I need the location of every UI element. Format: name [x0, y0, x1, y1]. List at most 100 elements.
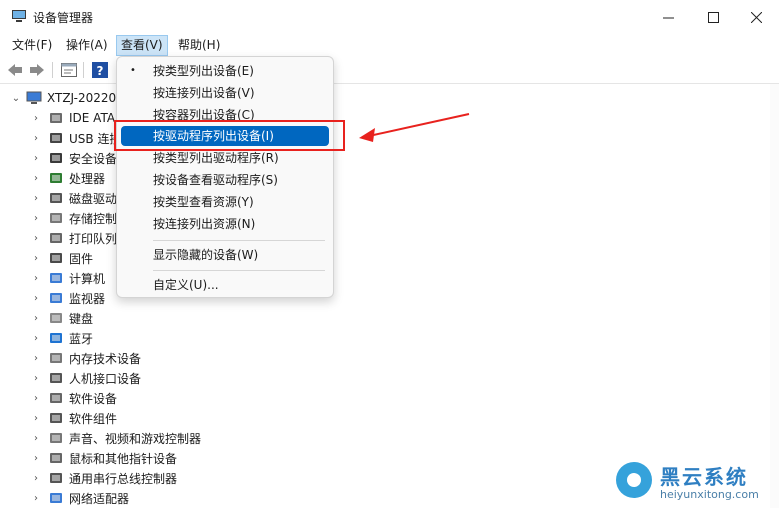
hid-icon [48, 371, 64, 385]
tree-node[interactable]: › 存储控制 [30, 208, 117, 228]
chevron-right-icon[interactable]: › [30, 193, 42, 204]
vertical-scrollbar[interactable] [770, 84, 779, 508]
tree-node[interactable]: › 监视器 [30, 288, 105, 308]
menu-file[interactable]: 文件(F) [8, 36, 56, 55]
chevron-right-icon[interactable]: › [30, 373, 42, 384]
menu-item-label: 按类型列出设备(E) [153, 64, 254, 78]
menu-separator [153, 240, 325, 241]
tree-node-label: 处理器 [69, 171, 106, 186]
keyboard-icon [48, 311, 64, 325]
monitor-icon [48, 291, 64, 305]
menu-item-by-connection[interactable]: 按连接列出设备(V) [121, 83, 329, 103]
storage-controller-icon [48, 211, 64, 225]
tree-node[interactable]: › 人机接口设备 [30, 368, 141, 388]
forward-button[interactable] [28, 61, 46, 79]
computer-icon [48, 271, 64, 285]
minimize-icon [662, 17, 674, 18]
chevron-right-icon[interactable]: › [30, 293, 42, 304]
tree-node[interactable]: › 键盘 [30, 308, 93, 328]
tree-node-label: 固件 [69, 251, 94, 266]
properties-button[interactable] [60, 61, 78, 79]
tree-node[interactable]: › 计算机 [30, 268, 105, 288]
tree-node[interactable]: › 鼠标和其他指针设备 [30, 448, 177, 468]
tree-root-label: XTZJ-20220 [47, 91, 117, 105]
chevron-right-icon[interactable]: › [30, 333, 42, 344]
chevron-right-icon[interactable]: › [30, 133, 42, 144]
chevron-right-icon[interactable]: › [30, 273, 42, 284]
chevron-right-icon[interactable]: › [30, 153, 42, 164]
tree-node[interactable]: › 内存技术设备 [30, 348, 141, 368]
chevron-right-icon[interactable]: › [30, 233, 42, 244]
firmware-icon [48, 251, 64, 265]
chevron-down-icon[interactable]: ⌄ [10, 93, 22, 104]
svg-text:?: ? [97, 64, 104, 78]
tree-node[interactable]: › 网络适配器 [30, 488, 129, 508]
chevron-right-icon[interactable]: › [30, 313, 42, 324]
ide-ata-icon [48, 111, 64, 125]
tree-node[interactable]: › 磁盘驱动 [30, 188, 117, 208]
device-manager-icon [12, 10, 26, 22]
watermark: 黑云系统 heiyunxitong.com [612, 458, 772, 506]
menu-help[interactable]: 帮助(H) [174, 36, 224, 55]
menu-view[interactable]: 查看(V) [116, 35, 168, 56]
sound-icon [48, 431, 64, 445]
chevron-right-icon[interactable]: › [30, 253, 42, 264]
bluetooth-icon [48, 331, 64, 345]
tree-node-label: 安全设备 [69, 151, 118, 166]
tree-node[interactable]: › 软件设备 [30, 388, 117, 408]
menu-item-resources-by-connection[interactable]: 按连接列出资源(N) [121, 214, 329, 234]
chevron-right-icon[interactable]: › [30, 113, 42, 124]
chevron-right-icon[interactable]: › [30, 473, 42, 484]
tree-node[interactable]: › 声音、视频和游戏控制器 [30, 428, 201, 448]
annotation-arrow-icon [359, 113, 470, 142]
chevron-right-icon[interactable]: › [30, 413, 42, 424]
menu-item-show-hidden[interactable]: 显示隐藏的设备(W) [121, 245, 329, 265]
tree-node[interactable]: › 处理器 [30, 168, 105, 188]
menu-separator [153, 270, 325, 271]
chevron-right-icon[interactable]: › [30, 493, 42, 504]
back-button[interactable] [6, 61, 24, 79]
maximize-button[interactable] [690, 0, 736, 34]
software-component-icon [48, 411, 64, 425]
tree-node[interactable]: › 固件 [30, 248, 93, 268]
disk-drive-icon [48, 191, 64, 205]
memory-tech-icon [48, 351, 64, 365]
menu-item-customize[interactable]: 自定义(U)... [121, 275, 329, 295]
usb-controller-icon [48, 471, 64, 485]
help-button[interactable]: ? [91, 61, 109, 79]
properties-icon [61, 63, 77, 77]
menu-item-by-type[interactable]: • 按类型列出设备(E) [121, 61, 329, 81]
tree-node-label: 声音、视频和游戏控制器 [69, 431, 202, 446]
toolbar-separator [52, 62, 53, 78]
tree-node[interactable]: › 打印队列 [30, 228, 117, 248]
tree-node[interactable]: › IDE ATA [30, 108, 115, 128]
chevron-right-icon[interactable]: › [30, 453, 42, 464]
menu-action[interactable]: 操作(A) [62, 36, 112, 55]
tree-node[interactable]: › USB 连接 [30, 128, 121, 148]
chevron-right-icon[interactable]: › [30, 213, 42, 224]
menu-item-drivers-by-type[interactable]: 按类型列出驱动程序(R) [121, 148, 329, 168]
tree-root[interactable]: ⌄ XTZJ-20220 [10, 88, 116, 108]
close-button[interactable] [733, 0, 779, 34]
chevron-right-icon[interactable]: › [30, 393, 42, 404]
menu-item-label: 自定义(U)... [153, 278, 219, 292]
tree-node-label: 磁盘驱动 [69, 191, 118, 206]
menu-item-label: 按类型查看资源(Y) [153, 195, 254, 209]
tree-node[interactable]: › 安全设备 [30, 148, 117, 168]
menu-item-label: 按连接列出资源(N) [153, 217, 256, 231]
chevron-right-icon[interactable]: › [30, 173, 42, 184]
menu-item-label: 显示隐藏的设备(W) [153, 248, 259, 262]
window-title: 设备管理器 [33, 11, 94, 25]
tree-node[interactable]: › 通用串行总线控制器 [30, 468, 177, 488]
tree-node[interactable]: › 蓝牙 [30, 328, 93, 348]
tree-node-label: 人机接口设备 [69, 371, 142, 386]
minimize-button[interactable] [645, 0, 691, 34]
menu-item-resources-by-type[interactable]: 按类型查看资源(Y) [121, 192, 329, 212]
chevron-right-icon[interactable]: › [30, 353, 42, 364]
menu-item-drivers-by-device[interactable]: 按设备查看驱动程序(S) [121, 170, 329, 190]
annotation-highlight-box [114, 120, 345, 151]
print-queue-icon [48, 231, 64, 245]
tree-node[interactable]: › 软件组件 [30, 408, 117, 428]
network-adapter-icon [48, 491, 64, 505]
chevron-right-icon[interactable]: › [30, 433, 42, 444]
